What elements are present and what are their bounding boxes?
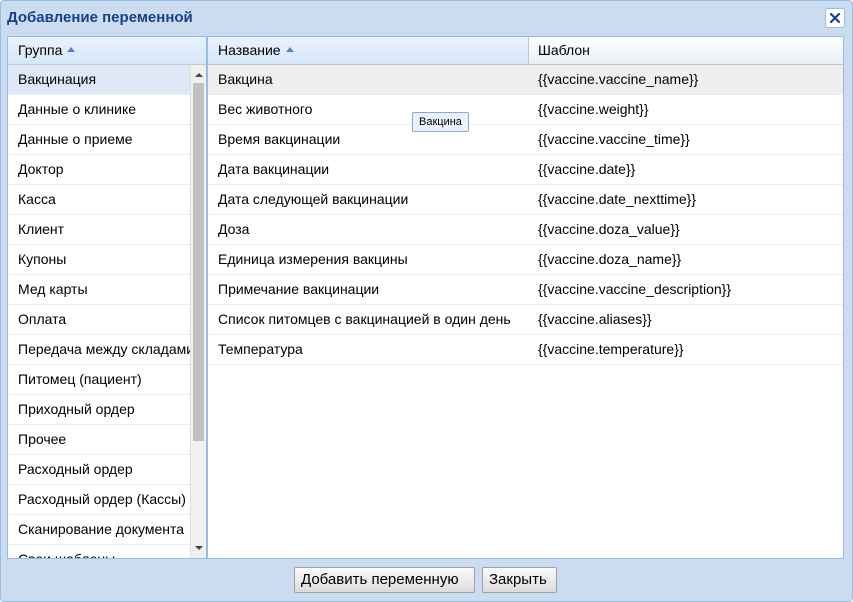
- template-column-header[interactable]: Шаблон: [528, 37, 843, 64]
- group-label: Клиент: [18, 221, 65, 237]
- variable-row[interactable]: Время вакцинации {{vaccine.vaccine_time}}: [208, 125, 843, 155]
- group-label: Касса: [18, 191, 56, 207]
- group-list-item[interactable]: Передача между складами: [8, 335, 206, 365]
- variables-header: Название Шаблон: [208, 37, 843, 65]
- group-list-item[interactable]: Сканирование документа: [8, 515, 206, 545]
- group-label: Купоны: [18, 251, 67, 267]
- group-label: Мед карты: [18, 281, 88, 297]
- row-tooltip: Вакцина: [412, 112, 469, 132]
- group-label: Прочее: [18, 431, 67, 447]
- variable-name: Список питомцев с вакцинацией в один ден…: [218, 311, 511, 327]
- variable-row[interactable]: Температура {{vaccine.temperature}}: [208, 335, 843, 365]
- scroll-down-arrow-icon[interactable]: [195, 546, 203, 550]
- scroll-up-arrow-icon[interactable]: [195, 73, 203, 77]
- variable-name: Дата следующей вакцинации: [218, 191, 409, 207]
- variable-template: {{vaccine.aliases}}: [538, 311, 652, 327]
- variable-name: Доза: [218, 221, 250, 237]
- name-column-header[interactable]: Название: [208, 37, 528, 64]
- group-list-item[interactable]: Приходный ордер: [8, 395, 206, 425]
- name-column-label: Название: [218, 42, 281, 58]
- groups-scrollbar[interactable]: [190, 65, 206, 558]
- variable-name: Вакцина: [218, 71, 273, 87]
- sort-asc-icon: [285, 46, 294, 52]
- variable-row[interactable]: Дата вакцинации {{vaccine.date}}: [208, 155, 843, 185]
- group-label: Расходный ордер (Кассы): [18, 491, 186, 507]
- group-label: Приходный ордер: [18, 401, 135, 417]
- variable-name: Дата вакцинации: [218, 161, 330, 177]
- group-label: Свои шаблоны: [18, 551, 116, 559]
- variable-name: Время вакцинации: [218, 131, 341, 147]
- variable-template: {{vaccine.doza_name}}: [538, 251, 682, 267]
- variable-template: {{vaccine.date_nexttime}}: [538, 191, 697, 207]
- variable-name: Примечание вакцинации: [218, 281, 380, 297]
- variable-template: {{vaccine.weight}}: [538, 101, 649, 117]
- variable-row[interactable]: Примечание вакцинации {{vaccine.vaccine_d…: [208, 275, 843, 305]
- group-list-item[interactable]: Прочее: [8, 425, 206, 455]
- close-window-button[interactable]: [825, 8, 845, 28]
- variable-template: {{vaccine.vaccine_name}}: [538, 71, 699, 87]
- group-label: Передача между складами: [18, 341, 190, 357]
- close-button[interactable]: Закрыть: [482, 567, 557, 593]
- sort-asc-icon: [67, 46, 76, 52]
- variable-row[interactable]: Вакцина {{vaccine.vaccine_name}}: [208, 65, 843, 95]
- variable-row[interactable]: Вес животного {{vaccine.weight}}: [208, 95, 843, 125]
- variable-name: Единица измерения вакцины: [218, 251, 408, 267]
- group-list-item[interactable]: Питомец (пациент): [8, 365, 206, 395]
- group-label: Сканирование документа: [18, 521, 185, 537]
- group-label: Расходный ордер: [18, 461, 133, 477]
- group-list-item[interactable]: Оплата: [8, 305, 206, 335]
- variable-row[interactable]: Список питомцев с вакцинацией в один ден…: [208, 305, 843, 335]
- group-list-item[interactable]: Расходный ордер: [8, 455, 206, 485]
- variables-panel: Название Шаблон Вакцина {{vaccine.vaccine…: [207, 36, 844, 559]
- variable-template: {{vaccine.vaccine_time}}: [538, 131, 690, 147]
- group-list-item[interactable]: Свои шаблоны: [8, 545, 206, 559]
- variable-name: Температура: [218, 341, 303, 357]
- variable-row[interactable]: Доза {{vaccine.doza_value}}: [208, 215, 843, 245]
- groups-panel: Группа Вакцинация Данные о клинике Данные …: [7, 36, 207, 559]
- group-label: Данные о приеме: [18, 131, 133, 147]
- group-list-item[interactable]: Данные о клинике: [8, 95, 206, 125]
- dialog-titlebar: Добавление переменной: [1, 1, 852, 34]
- group-list-item[interactable]: Клиент: [8, 215, 206, 245]
- group-list-item[interactable]: Вакцинация: [8, 65, 206, 95]
- group-list-item[interactable]: Доктор: [8, 155, 206, 185]
- group-label: Вакцинация: [18, 71, 97, 87]
- variable-template: {{vaccine.date}}: [538, 161, 636, 177]
- group-list-item[interactable]: Данные о приеме: [8, 125, 206, 155]
- scroll-thumb[interactable]: [193, 83, 204, 441]
- group-label: Доктор: [18, 161, 64, 177]
- group-list-item[interactable]: Касса: [8, 185, 206, 215]
- template-column-label: Шаблон: [538, 42, 590, 58]
- add-variable-button[interactable]: Добавить переменную: [294, 567, 475, 593]
- variable-template: {{vaccine.temperature}}: [538, 341, 684, 357]
- group-label: Питомец (пациент): [18, 371, 142, 387]
- group-list-item[interactable]: Купоны: [8, 245, 206, 275]
- add-variable-dialog: Добавление переменной Группа Вакцинация Д…: [0, 0, 853, 602]
- group-column-header[interactable]: Группа: [8, 37, 206, 64]
- group-list-item[interactable]: Расходный ордер (Кассы): [8, 485, 206, 515]
- groups-list: Вакцинация Данные о клинике Данные о прием…: [8, 65, 206, 559]
- dialog-title: Добавление переменной: [7, 9, 193, 26]
- variable-row[interactable]: Единица измерения вакцины {{vaccine.doza_…: [208, 245, 843, 275]
- variables-list: Вакцина {{vaccine.vaccine_name}} Вес живот…: [208, 65, 843, 365]
- group-column-label: Группа: [18, 42, 63, 58]
- groups-header: Группа: [8, 37, 206, 65]
- variable-template: {{vaccine.vaccine_description}}: [538, 281, 732, 297]
- variable-name: Вес животного: [218, 101, 313, 117]
- variable-row[interactable]: Дата следующей вакцинации {{vaccine.date_…: [208, 185, 843, 215]
- group-label: Данные о клинике: [18, 101, 137, 117]
- variable-template: {{vaccine.doza_value}}: [538, 221, 680, 237]
- group-list-item[interactable]: Мед карты: [8, 275, 206, 305]
- close-icon: [830, 13, 840, 23]
- group-label: Оплата: [18, 311, 67, 327]
